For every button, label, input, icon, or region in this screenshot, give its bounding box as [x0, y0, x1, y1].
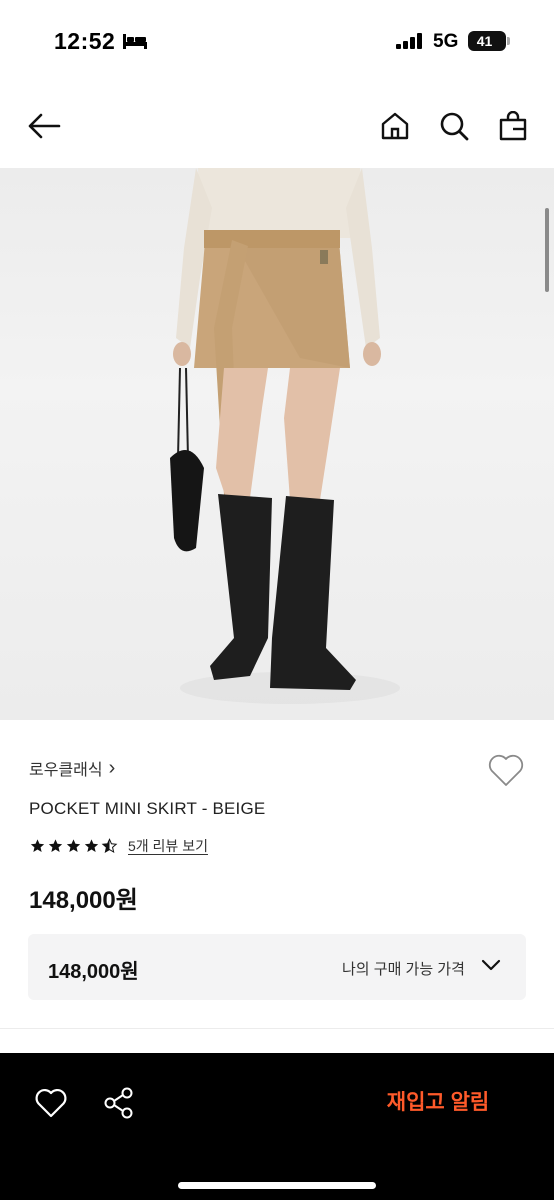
- star-icon: [84, 839, 99, 852]
- status-time: 12:52: [54, 28, 116, 54]
- heart-outline-icon: [488, 754, 524, 786]
- product-price: 148,000원: [29, 887, 138, 914]
- sleep-mode-icon: [122, 32, 148, 55]
- home-icon: [381, 112, 409, 140]
- my-price-dropdown[interactable]: 148,000원 나의 구매 가능 가격: [28, 934, 526, 1000]
- product-image[interactable]: [0, 168, 554, 720]
- back-button[interactable]: [26, 108, 62, 144]
- bottom-wishlist-button[interactable]: [33, 1085, 69, 1121]
- heart-outline-icon: [35, 1088, 67, 1118]
- restock-alert-button[interactable]: 재입고 알림: [358, 1083, 518, 1123]
- home-button[interactable]: [377, 108, 413, 144]
- shopping-bag-icon: [499, 111, 527, 141]
- scroll-indicator[interactable]: [545, 208, 549, 292]
- brand-link[interactable]: 로우클래식 ›: [29, 756, 115, 780]
- wishlist-heart-button[interactable]: [486, 750, 526, 790]
- section-divider: [0, 1028, 554, 1029]
- shopping-bag-button[interactable]: [495, 108, 531, 144]
- star-icon: [66, 839, 81, 852]
- battery-level: 41: [476, 33, 493, 49]
- share-icon: [104, 1087, 133, 1119]
- review-link[interactable]: 5개 리뷰 보기: [128, 836, 208, 856]
- chevron-right-icon: ›: [108, 757, 116, 779]
- network-type: 5G: [433, 31, 459, 52]
- search-button[interactable]: [436, 108, 472, 144]
- bottom-action-bar: 재입고 알림: [0, 1053, 554, 1200]
- my-price-label: 나의 구매 가능 가격: [342, 961, 465, 978]
- status-bar: 12:52 5G 41: [0, 0, 554, 84]
- share-button[interactable]: [101, 1085, 137, 1121]
- top-navigation: [0, 84, 554, 168]
- star-rating: [29, 838, 118, 854]
- home-indicator[interactable]: [178, 1182, 376, 1189]
- battery-icon: 41: [468, 31, 506, 51]
- my-price-value: 148,000원: [48, 961, 139, 983]
- half-star-icon: [101, 838, 118, 854]
- brand-name: 로우클래식: [29, 762, 103, 779]
- search-icon: [440, 112, 469, 141]
- arrow-left-icon: [28, 113, 61, 139]
- product-photo-illustration: [170, 168, 400, 704]
- star-icon: [30, 839, 45, 852]
- battery-cap: [507, 37, 510, 45]
- chevron-down-icon: [481, 959, 501, 971]
- cellular-signal-icon: [396, 33, 424, 54]
- rating-row: 5개 리뷰 보기: [29, 836, 208, 856]
- product-name: POCKET MINI SKIRT - BEIGE: [29, 799, 266, 818]
- star-icon: [48, 839, 63, 852]
